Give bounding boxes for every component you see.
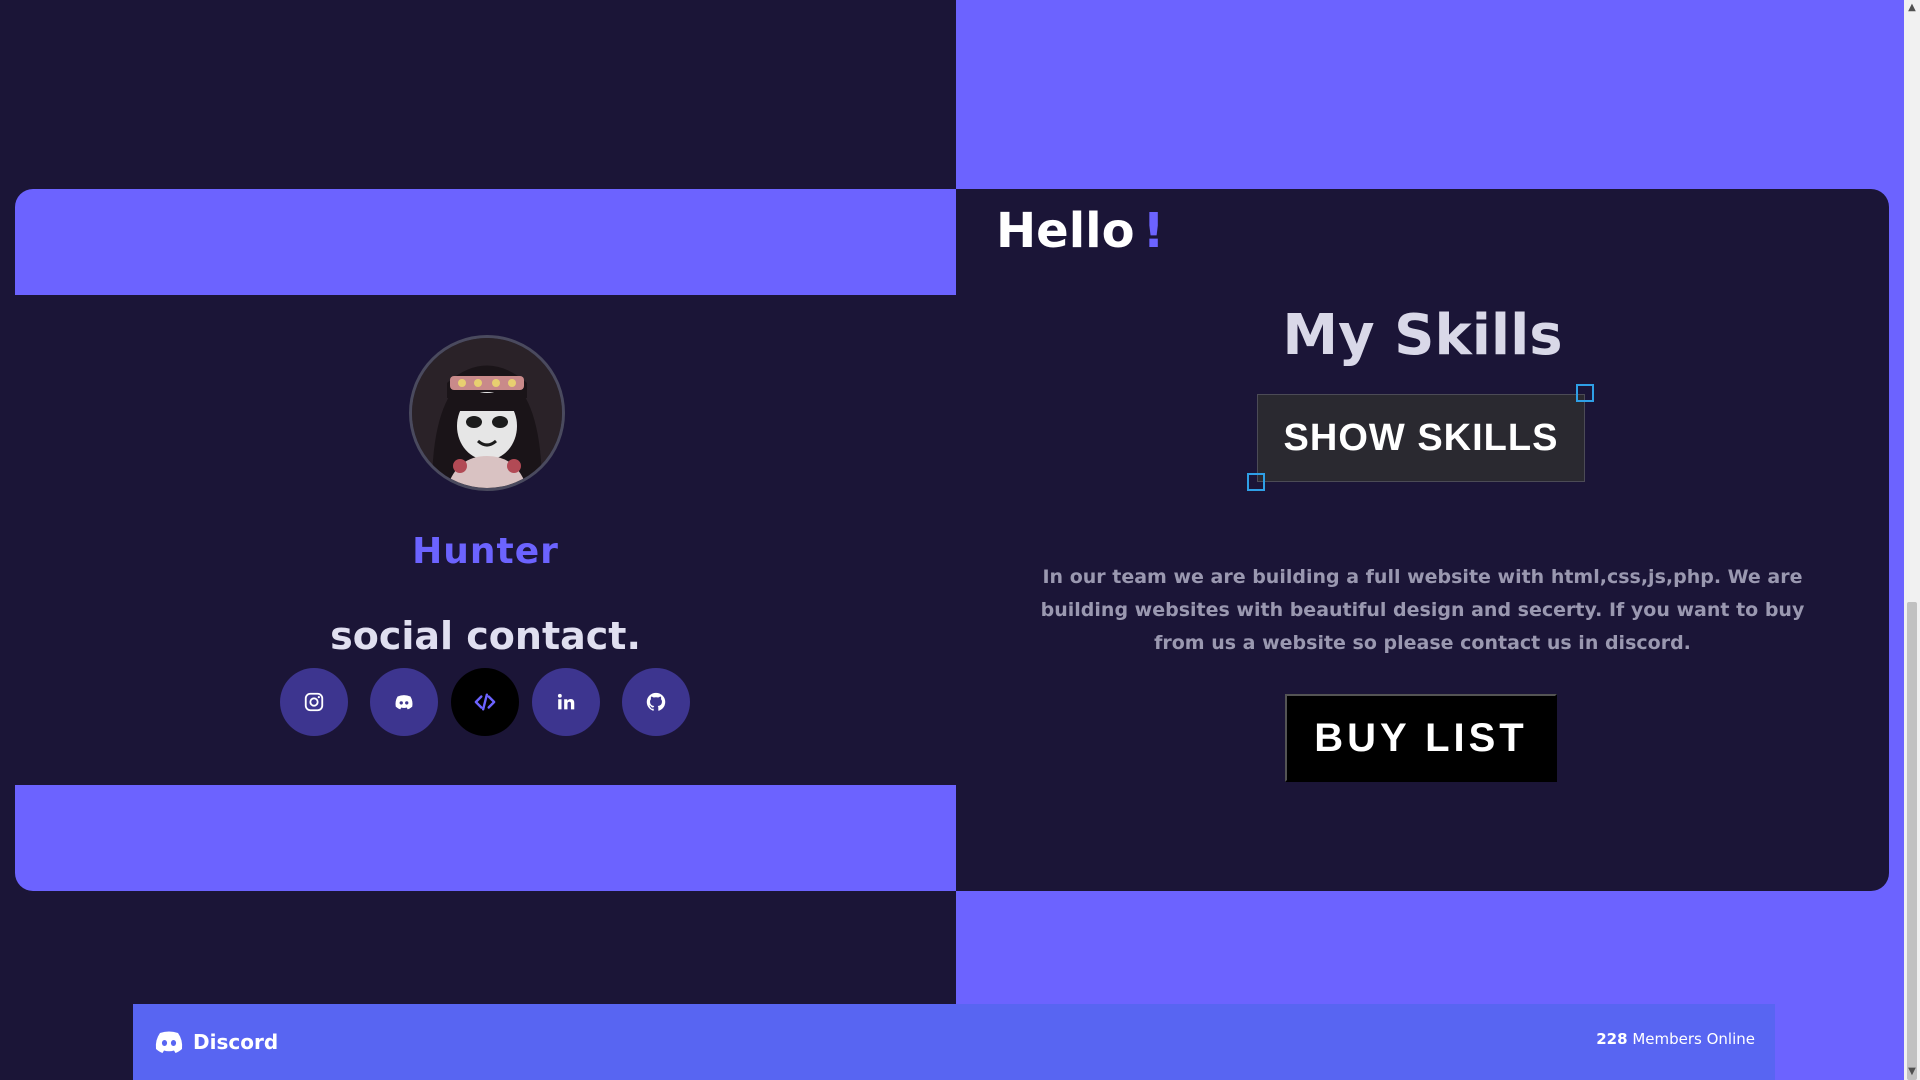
resize-handle-bottom-left[interactable]: [1247, 473, 1265, 491]
social-contact-title: social contact.: [330, 614, 641, 658]
linkedin-link[interactable]: [532, 668, 600, 736]
github-icon: [646, 692, 666, 711]
scrollbar-thumb[interactable]: [1907, 602, 1917, 1080]
avatar-image: [412, 338, 562, 488]
hello-exclamation: !: [1142, 203, 1165, 259]
members-online: 228 Members Online: [1596, 1030, 1755, 1048]
profile-name: Hunter: [412, 531, 559, 572]
discord-brand-text: Discord: [193, 1030, 279, 1054]
discord-widget[interactable]: Discord 228 Members Online: [133, 1004, 1775, 1080]
discord-logo: Discord: [153, 1026, 278, 1058]
scroll-down-arrow[interactable]: ▼: [1904, 1064, 1920, 1080]
members-label: Members Online: [1627, 1030, 1755, 1048]
discord-link[interactable]: [370, 668, 438, 736]
bottom-band: [15, 785, 956, 891]
code-link[interactable]: [451, 668, 519, 736]
team-description: In our team we are building a full websi…: [1040, 566, 1805, 654]
social-links: [280, 668, 700, 738]
profile-panel: Hunter social contact.: [15, 189, 956, 891]
instagram-icon: [304, 692, 324, 712]
avatar: [409, 335, 565, 491]
scroll-up-arrow[interactable]: ▲: [1904, 0, 1920, 16]
members-count: 228: [1596, 1030, 1628, 1048]
my-skills-title: My Skills: [1282, 303, 1563, 368]
discord-icon: [395, 695, 413, 710]
linkedin-icon: [557, 693, 575, 710]
intro-panel: Hello! My Skills SHOW SKILLS In our team…: [956, 189, 1889, 891]
github-link[interactable]: [622, 668, 690, 736]
resize-handle-top-right[interactable]: [1576, 384, 1594, 402]
profile-card: Hunter social contact. Hello ! My Skills…: [15, 189, 1889, 891]
instagram-link[interactable]: [280, 668, 348, 736]
show-skills-button[interactable]: SHOW SKILLS: [1257, 394, 1585, 482]
hello-heading: Hello!: [996, 203, 1165, 259]
hello-text: Hello: [996, 203, 1135, 259]
vertical-scrollbar[interactable]: ▲ ▼: [1904, 0, 1920, 1080]
top-band: [15, 189, 956, 295]
code-icon: [474, 693, 496, 711]
buy-list-button[interactable]: BUY LIST: [1285, 694, 1557, 782]
discord-logo-icon: [155, 1031, 183, 1053]
